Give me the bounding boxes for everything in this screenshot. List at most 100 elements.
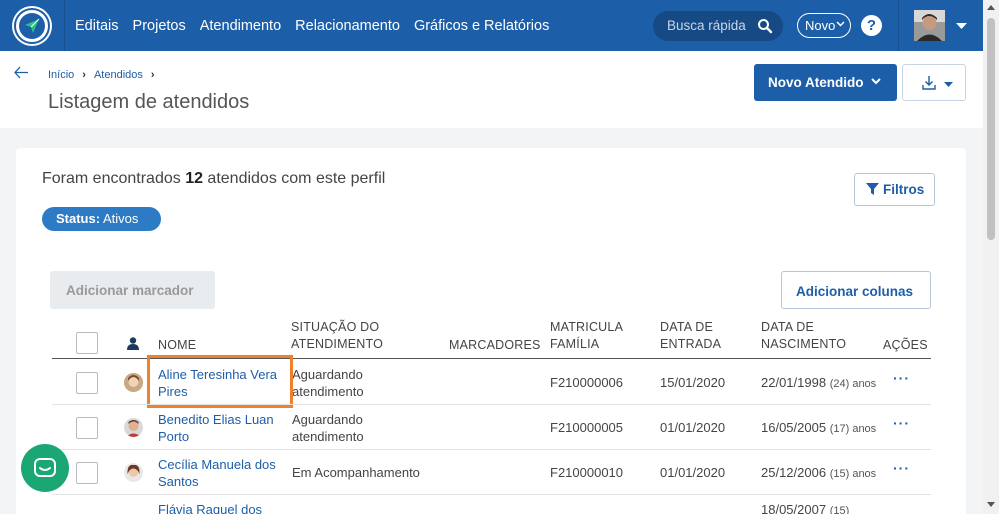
- quick-search-input[interactable]: Busca rápida: [653, 11, 783, 41]
- main-menu: Editais Projetos Atendimento Relacioname…: [75, 0, 563, 51]
- nascimento-date: 18/05/2007: [761, 502, 827, 514]
- chat-bubble-icon: [34, 458, 56, 477]
- breadcrumb-separator-icon: ›: [150, 69, 155, 81]
- row-actions-menu[interactable]: ···: [893, 370, 910, 386]
- entrada-cell: 15/01/2020: [660, 375, 726, 390]
- breadcrumb-separator-icon: ›: [82, 69, 86, 81]
- app-logo[interactable]: [14, 8, 50, 44]
- entrada-cell: 01/01/2020: [660, 420, 726, 435]
- nav-graficos-relatorios[interactable]: Gráficos e Relatórios: [414, 18, 549, 34]
- status-line2: atendimento: [292, 429, 364, 444]
- patient-name-line2: Porto: [158, 429, 190, 444]
- novo-label: Novo: [805, 18, 836, 33]
- idade-text: (15): [829, 505, 850, 514]
- filters-label: Filtros: [883, 182, 925, 197]
- results-suffix: atendidos com este perfil: [202, 170, 386, 187]
- matricula-cell: F210000005: [550, 420, 624, 435]
- select-all-checkbox[interactable]: [76, 332, 98, 354]
- logo-arrow-icon: [19, 13, 45, 39]
- chat-launcher-button[interactable]: [21, 444, 69, 492]
- avatar: [124, 373, 143, 392]
- nascimento-date: 16/05/2005: [761, 420, 827, 435]
- nascimento-cell: 18/05/2007 (15): [761, 501, 849, 514]
- status-filter-badge[interactable]: Status: Ativos: [42, 207, 161, 231]
- patient-name-link[interactable]: Flávia Raquel dos: [158, 501, 262, 514]
- column-header-nome[interactable]: NOME: [158, 337, 196, 354]
- help-icon[interactable]: ?: [861, 15, 882, 36]
- row-checkbox[interactable]: [76, 372, 98, 394]
- idade-text: (24) anos: [829, 378, 877, 390]
- user-avatar[interactable]: [914, 10, 945, 41]
- breadcrumb-inicio[interactable]: Início: [48, 69, 74, 81]
- idade-text: (15) anos: [829, 468, 877, 480]
- download-icon: [922, 76, 936, 90]
- matricula-cell: F210000010: [550, 465, 624, 480]
- nav-relacionamento[interactable]: Relacionamento: [295, 18, 400, 34]
- column-header-matricula-line2: FAMÍLIA: [550, 337, 600, 351]
- matricula-cell: F210000006: [550, 375, 624, 390]
- status-badge-label: Status:: [56, 211, 101, 226]
- avatar: [124, 463, 143, 482]
- novo-atendido-button[interactable]: Novo Atendido: [754, 64, 897, 101]
- user-menu-chevron-icon[interactable]: [956, 23, 967, 30]
- column-header-situacao-line1: SITUAÇÃO DO: [291, 320, 380, 334]
- column-header-nascimento[interactable]: DATA DE NASCIMENTO: [761, 319, 846, 353]
- status-cell: Em Acompanhamento: [292, 465, 420, 480]
- status-line1: Aguardando: [292, 367, 363, 382]
- novo-dropdown-button[interactable]: Novo: [797, 13, 851, 38]
- patient-name-link[interactable]: Cecília Manuela dos Santos: [158, 456, 276, 490]
- selection-highlight-box: [147, 355, 293, 408]
- nav-divider: [898, 0, 899, 51]
- back-arrow-icon[interactable]: [14, 66, 29, 79]
- status-badge-value: Ativos: [102, 211, 139, 226]
- chevron-down-icon: [871, 78, 881, 85]
- nav-divider: [64, 0, 65, 51]
- column-header-nascimento-line1: DATA DE: [761, 320, 815, 334]
- column-header-entrada-line2: ENTRADA: [660, 337, 722, 351]
- status-cell: Aguardando atendimento: [292, 411, 364, 445]
- top-navbar: Editais Projetos Atendimento Relacioname…: [0, 0, 999, 51]
- nascimento-cell: 16/05/2005 (17) anos: [761, 419, 876, 438]
- column-header-entrada-line1: DATA DE: [660, 320, 714, 334]
- nav-editais[interactable]: Editais: [75, 18, 119, 34]
- row-checkbox[interactable]: [76, 417, 98, 439]
- idade-text: (17) anos: [829, 423, 877, 435]
- row-actions-menu[interactable]: ···: [893, 415, 910, 431]
- nav-projetos[interactable]: Projetos: [133, 18, 186, 34]
- column-header-situacao[interactable]: SITUAÇÃO DO ATENDIMENTO: [291, 319, 383, 353]
- chevron-down-icon: [836, 21, 845, 27]
- results-count-text: Foram encontrados 12 atendidos com este …: [42, 170, 385, 188]
- scroll-thumb[interactable]: [987, 18, 995, 240]
- breadcrumb-atendidos[interactable]: Atendidos: [94, 69, 143, 81]
- export-dropdown-button[interactable]: [902, 64, 966, 101]
- add-columns-button[interactable]: Adicionar colunas: [781, 271, 931, 309]
- nascimento-cell: 25/12/2006 (15) anos: [761, 464, 876, 483]
- patient-name-link[interactable]: Benedito Elias Luan Porto: [158, 411, 274, 445]
- row-divider: [52, 404, 931, 405]
- column-header-acoes: AÇÕES: [883, 338, 928, 352]
- filter-icon: [866, 183, 879, 195]
- quick-search-placeholder: Busca rápida: [667, 18, 746, 33]
- results-prefix: Foram encontrados: [42, 170, 186, 187]
- row-divider: [52, 494, 931, 495]
- add-marker-button[interactable]: Adicionar marcador: [50, 271, 215, 309]
- nascimento-date: 25/12/2006: [761, 465, 827, 480]
- person-icon: [127, 337, 139, 350]
- search-icon: [758, 19, 773, 34]
- column-header-entrada[interactable]: DATA DE ENTRADA: [660, 319, 721, 353]
- scroll-up-arrow-icon[interactable]: [987, 4, 995, 10]
- column-header-situacao-line2: ATENDIMENTO: [291, 337, 384, 351]
- status-line1: Aguardando: [292, 412, 363, 427]
- row-actions-menu[interactable]: ···: [893, 460, 910, 476]
- column-header-nascimento-line2: NASCIMENTO: [761, 337, 847, 351]
- nav-atendimento[interactable]: Atendimento: [200, 18, 281, 34]
- row-checkbox[interactable]: [76, 462, 98, 484]
- column-header-matricula[interactable]: MATRICULA FAMÍLIA: [550, 319, 623, 353]
- filters-button[interactable]: Filtros: [854, 173, 935, 206]
- scroll-down-arrow-icon[interactable]: [987, 502, 995, 508]
- avatar: [124, 418, 143, 437]
- caret-down-icon: [944, 82, 953, 87]
- patient-name-line1: Benedito Elias Luan: [158, 412, 274, 427]
- page-header: Início › Atendidos › Listagem de atendid…: [0, 51, 983, 128]
- column-header-marcadores[interactable]: MARCADORES: [449, 337, 541, 354]
